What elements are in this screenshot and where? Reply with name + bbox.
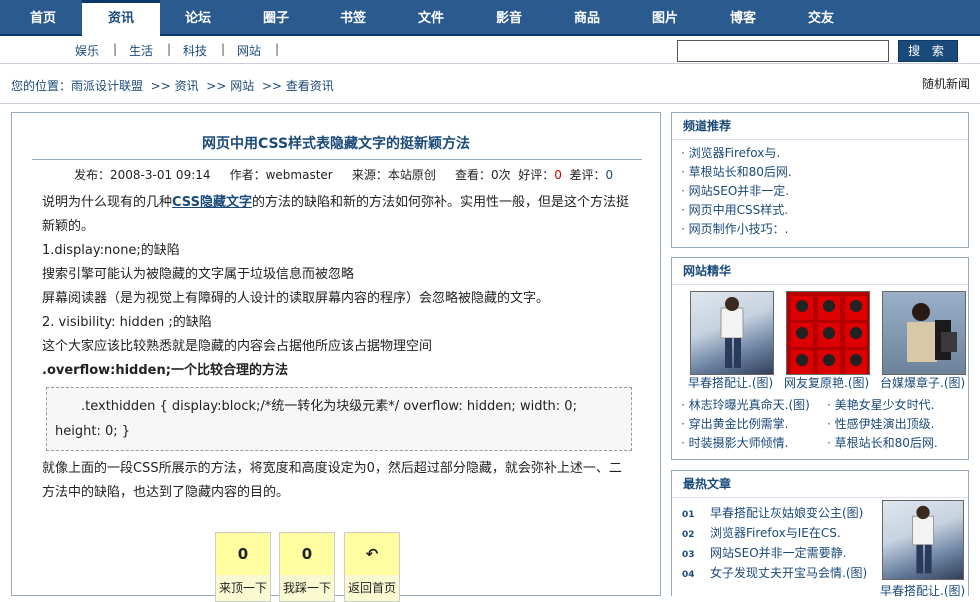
- breadcrumb-site[interactable]: 雨派设计联盟: [71, 79, 143, 93]
- breadcrumb-sep: >>: [150, 79, 171, 93]
- back-home-label: 返回首页: [347, 581, 396, 595]
- breadcrumb-news[interactable]: 资讯: [175, 79, 199, 93]
- article-title: 网页中用CSS样式表隐藏文字的挺新颖方法: [201, 136, 471, 152]
- search-input[interactable]: [677, 40, 889, 62]
- breadcrumb-sep: >>: [261, 79, 282, 93]
- random-news-link[interactable]: 随机新闻: [922, 75, 970, 92]
- subnav-website[interactable]: 网站: [237, 42, 261, 59]
- subnav-life[interactable]: 生活: [129, 42, 153, 59]
- breadcrumb-sep: >>: [206, 79, 227, 93]
- nav-home[interactable]: 首页: [4, 0, 82, 36]
- published-label: 发布：: [74, 168, 111, 182]
- source-value: 本站原创: [387, 168, 436, 182]
- vote-down-count: 0: [280, 533, 334, 575]
- list-item[interactable]: 网页制作小技巧：.: [681, 220, 968, 239]
- breadcrumb-website[interactable]: 网站: [230, 79, 254, 93]
- breadcrumb-current[interactable]: 查看资讯: [286, 79, 334, 93]
- featured-title: 网站精华: [672, 258, 968, 285]
- hot-article-photo[interactable]: [882, 500, 964, 580]
- views-count: 0次: [490, 168, 511, 182]
- search-button[interactable]: 搜 索: [898, 40, 958, 62]
- paragraph-display-none: 1.display:none;的缺陷: [42, 243, 180, 258]
- subnav-separator: |: [113, 42, 118, 56]
- subnav-separator: |: [275, 42, 280, 56]
- paragraph-space: 这个大家应该比较熟悉就是隐藏的内容会占据他所应该占据物理空间: [42, 339, 433, 354]
- list-item[interactable]: 美艳女星少女时代.: [827, 396, 935, 413]
- article-intro: 说明为什么现有的几种CSS隐藏文字的方法的缺陷和新的方法如何弥补。实用性一般，但…: [42, 195, 629, 234]
- breadcrumb: 您的位置：雨派设计联盟 >> 资讯 >> 网站 >> 查看资讯 随机新闻: [0, 64, 980, 104]
- vote-down-label: 我踩一下: [282, 581, 331, 595]
- list-item[interactable]: 草根站长和80后网.: [681, 163, 968, 182]
- article-panel: 网页中用CSS样式表隐藏文字的挺新颖方法 发布：2008-3-01 09:14 …: [11, 112, 661, 602]
- breadcrumb-prefix: 您的位置：: [11, 79, 72, 93]
- subnav-separator: |: [221, 42, 226, 56]
- nav-forum[interactable]: 论坛: [159, 0, 237, 36]
- paragraph-overflow: .overflow:hidden;一个比较合理的方法: [42, 363, 288, 378]
- list-item[interactable]: 浏览器Firefox与.: [681, 144, 968, 163]
- list-item[interactable]: 穿出黄金比例需掌.: [681, 415, 789, 432]
- vote-up-count: 0: [216, 533, 270, 575]
- good-label: 好评：: [518, 168, 555, 182]
- published-date: 2008-3-01 09:14: [110, 168, 211, 182]
- subnav-tech[interactable]: 科技: [183, 42, 207, 59]
- list-item[interactable]: 04 女子发现丈夫开宝马会情.(图): [682, 564, 867, 581]
- list-item[interactable]: 网页中用CSS样式.: [681, 201, 968, 220]
- subnav-separator: |: [167, 42, 172, 56]
- subnav-entertainment[interactable]: 娱乐: [75, 42, 99, 59]
- hot-articles-list: 01 早春搭配让灰姑娘变公主(图) 02 浏览器Firefox与IE在CS. 03 网…: [672, 498, 968, 598]
- css-hidden-text-link[interactable]: CSS隐藏文字: [172, 195, 252, 210]
- vote-down-button[interactable]: 0 我踩一下: [279, 532, 335, 602]
- list-item[interactable]: 时装摄影大师倾情.: [681, 434, 789, 451]
- paragraph-search-engine: 搜索引擎可能认为被隐藏的文字属于垃圾信息而被忽略: [42, 267, 355, 282]
- channel-recommend-panel: 频道推荐 浏览器Firefox与. 草根站长和80后网. 网站SEO并非一定. …: [671, 112, 969, 248]
- nav-blog[interactable]: 博客: [704, 0, 782, 36]
- nav-files[interactable]: 文件: [392, 0, 470, 36]
- code-block: .texthidden { display:block;/*统一转化为块级元素*…: [46, 387, 632, 451]
- channel-recommend-list: 浏览器Firefox与. 草根站长和80后网. 网站SEO并非一定. 网页中用C…: [672, 140, 968, 239]
- back-arrow-icon: ↶: [345, 533, 399, 575]
- list-item[interactable]: 草根站长和80后网.: [827, 434, 938, 451]
- featured-panel: 网站精华 早春搭配让.(图) 网友复原艳.(图) 台媒爆章子.(图) 林志玲曝光…: [671, 257, 969, 460]
- vote-up-button[interactable]: 0 来顶一下: [215, 532, 271, 602]
- hot-articles-title: 最热文章: [672, 471, 968, 498]
- list-item[interactable]: 03 网站SEO并非一定需要静.: [682, 544, 846, 561]
- featured-photo-3[interactable]: [882, 291, 966, 375]
- nav-bookmark[interactable]: 书签: [314, 0, 392, 36]
- featured-links: 林志玲曝光真命天.(图) 美艳女星少女时代. 穿出黄金比例需掌. 性感伊娃演出顶…: [672, 385, 968, 455]
- bad-label: 差评：: [569, 168, 606, 182]
- nav-circle[interactable]: 圈子: [237, 0, 315, 36]
- back-home-button[interactable]: ↶ 返回首页: [344, 532, 400, 602]
- list-item[interactable]: 网站SEO并非一定.: [681, 182, 968, 201]
- article-body: 说明为什么现有的几种CSS隐藏文字的方法的缺陷和新的方法如何弥补。实用性一般，但…: [42, 191, 632, 505]
- nav-pictures[interactable]: 图片: [626, 0, 704, 36]
- featured-thumbnails: 早春搭配让.(图) 网友复原艳.(图) 台媒爆章子.(图): [672, 285, 968, 390]
- article-meta: 发布：2008-3-01 09:14 作者：webmaster 来源：本站原创 …: [74, 166, 613, 183]
- hot-articles-panel: 最热文章 01 早春搭配让灰姑娘变公主(图) 02 浏览器Firefox与IE在CS…: [671, 470, 969, 598]
- paragraph-screen-reader: 屏幕阅读器（是为视觉上有障碍的人设计的读取屏幕内容的程序）会忽略被隐藏的文字。: [42, 291, 550, 306]
- list-item[interactable]: 林志玲曝光真命天.(图): [681, 396, 810, 413]
- list-item[interactable]: 性感伊娃演出顶级.: [827, 415, 935, 432]
- views-label: 查看：: [454, 168, 491, 182]
- featured-photo-2[interactable]: [786, 291, 870, 375]
- nav-goods[interactable]: 商品: [548, 0, 626, 36]
- top-navigation: 首页 资讯 论坛 圈子 书签 文件 影音 商品 图片 博客 交友: [0, 0, 980, 38]
- channel-recommend-title: 频道推荐: [672, 113, 968, 140]
- nav-friends[interactable]: 交友: [782, 0, 860, 36]
- good-count: 0: [554, 168, 562, 182]
- author-name: webmaster: [265, 168, 333, 182]
- nav-news[interactable]: 资讯: [82, 0, 160, 38]
- hot-article-caption[interactable]: 早春搭配让.(图): [880, 582, 965, 599]
- paragraph-conclusion: 就像上面的一段CSS所展示的方法，将宽度和高度设定为0，然后超过部分隐藏，就会弥…: [42, 461, 622, 500]
- nav-media[interactable]: 影音: [470, 0, 548, 36]
- list-item[interactable]: 01 早春搭配让灰姑娘变公主(图): [682, 504, 863, 521]
- vote-up-label: 来顶一下: [218, 581, 267, 595]
- author-label: 作者：: [229, 168, 266, 182]
- source-label: 来源：: [351, 168, 388, 182]
- bad-count: 0: [605, 168, 614, 182]
- paragraph-visibility: 2. visibility: hidden ;的缺陷: [42, 315, 212, 330]
- title-divider: [32, 159, 642, 160]
- featured-photo-1[interactable]: [690, 291, 774, 375]
- list-item[interactable]: 02 浏览器Firefox与IE在CS.: [682, 524, 841, 541]
